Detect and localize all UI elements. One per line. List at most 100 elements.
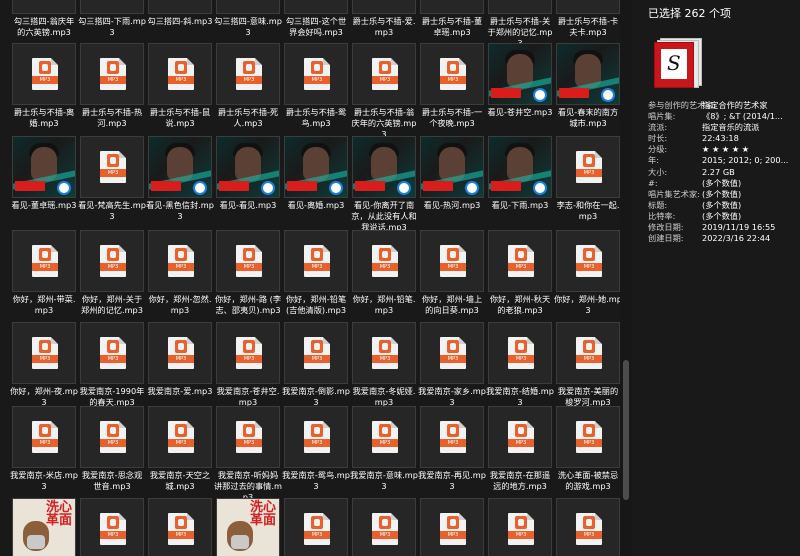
property-key: 年: <box>648 155 659 166</box>
file-thumbnail: MP3 <box>556 322 620 384</box>
property-key: 时长: <box>648 133 668 144</box>
file-thumbnail: MP3 <box>352 406 416 468</box>
mp3-file-icon: MP3 <box>304 58 330 90</box>
file-name: 我爱南京-天空之城.mp3 <box>149 470 211 491</box>
property-row: 标题: (多个数值) <box>648 200 800 211</box>
file-thumbnail: MP3 <box>352 0 416 14</box>
album-art-icon <box>654 42 694 88</box>
property-value: (多个数值) <box>702 188 742 199</box>
mp3-file-icon: MP3 <box>576 421 602 453</box>
file-thumbnail: MP3 <box>80 498 144 556</box>
property-row: 参与创作的艺术家: 指定合作的艺术家 <box>648 100 800 111</box>
album-art-thumbnail <box>488 136 552 198</box>
file-grid[interactable]: MP3勾三搭四-翁庆年的六英镑.mp3MP3勾三搭四-下雨.mp3MP3勾三搭四… <box>0 0 620 556</box>
file-thumbnail: MP3 <box>148 498 212 556</box>
file-name: 你好，郑州-墙上的向日葵.mp3 <box>421 294 483 315</box>
property-value[interactable]: ★ ★ ★ ★ ★ <box>702 144 800 155</box>
file-thumbnail: MP3 <box>488 0 552 14</box>
file-thumbnail: MP3 <box>148 230 212 292</box>
file-name: 看见-董卓瑶.mp3 <box>11 200 77 210</box>
mp3-file-icon: MP3 <box>32 245 58 277</box>
file-name: 勾三搭四-意味.mp3 <box>214 16 282 37</box>
file-thumbnail: MP3 <box>352 322 416 384</box>
property-value: (多个数值) <box>702 210 742 221</box>
property-row: 唱片集: 《8》; &T (2014/1... <box>648 111 800 122</box>
property-value: (多个数值) <box>702 177 742 188</box>
property-row: 修改日期: 2019/11/19 16:55 <box>648 222 800 233</box>
mp3-file-icon: MP3 <box>576 513 602 545</box>
file-name: 爵士乐与不插-鸳鸟.mp3 <box>285 107 347 128</box>
file-thumbnail: MP3 <box>80 43 144 105</box>
file-thumbnail: MP3 <box>420 406 484 468</box>
album-art-image <box>353 137 415 197</box>
property-key: 唱片集艺术家: <box>648 188 700 199</box>
file-name: 看见-下雨.mp3 <box>491 200 549 210</box>
mp3-file-icon: MP3 <box>440 245 466 277</box>
file-thumbnail: MP3 <box>488 230 552 292</box>
file-name: 爵士乐与不插-离婚.mp3 <box>13 107 75 128</box>
property-key: 比特率: <box>648 210 676 221</box>
property-key: 大小: <box>648 166 668 177</box>
file-name: 我爱南京-美丽的梭罗河.mp3 <box>557 386 619 407</box>
file-thumbnail: MP3 <box>12 43 76 105</box>
album-art-thumbnail <box>216 136 280 198</box>
file-thumbnail: MP3 <box>12 322 76 384</box>
file-name: 看见-梵高先生.mp3 <box>78 200 146 221</box>
mp3-file-icon: MP3 <box>440 513 466 545</box>
file-thumbnail: MP3 <box>148 43 212 105</box>
file-thumbnail: MP3 <box>80 136 144 198</box>
file-thumbnail: MP3 <box>80 406 144 468</box>
file-thumbnail: MP3 <box>12 0 76 14</box>
album-art-image <box>421 137 483 197</box>
property-key: 修改日期: <box>648 222 684 233</box>
property-row: 比特率: (多个数值) <box>648 211 800 222</box>
mp3-file-icon: MP3 <box>304 421 330 453</box>
mp3-file-icon: MP3 <box>100 513 126 545</box>
mp3-file-icon: MP3 <box>576 245 602 277</box>
mp3-file-icon: MP3 <box>440 421 466 453</box>
mp3-file-icon: MP3 <box>100 151 126 183</box>
mp3-file-icon: MP3 <box>372 421 398 453</box>
file-name: 我爱南京-结婚.mp3 <box>486 386 554 407</box>
album-art-thumbnail <box>148 136 212 198</box>
property-value: 2019/11/19 16:55 <box>702 222 776 233</box>
mp3-file-icon: MP3 <box>236 421 262 453</box>
file-name: 我爱南京-苍井空.mp3 <box>216 386 280 407</box>
album-art-image <box>489 44 551 104</box>
property-key: 唱片集: <box>648 111 676 122</box>
file-name: 你好，郑州-路 (李志、邵夷贝).mp3 <box>214 294 282 315</box>
vertical-scrollbar[interactable] <box>620 0 632 556</box>
file-name: 你好，郑州-带菜.mp3 <box>12 294 76 315</box>
mp3-file-icon: MP3 <box>168 245 194 277</box>
file-name: 看见-你离开了南京，从此没有人和我说话.mp3 <box>351 200 417 232</box>
mp3-file-icon: MP3 <box>508 421 534 453</box>
file-thumbnail: MP3 <box>556 498 620 556</box>
mp3-file-icon: MP3 <box>372 337 398 369</box>
file-thumbnail: MP3 <box>216 230 280 292</box>
file-thumbnail: MP3 <box>420 43 484 105</box>
property-value: 《8》; &T (2014/1... <box>702 111 783 122</box>
mp3-file-icon: MP3 <box>304 337 330 369</box>
file-name: 爵士乐与不插-鼠说.mp3 <box>149 107 211 128</box>
file-thumbnail: MP3 <box>12 230 76 292</box>
mp3-file-icon: MP3 <box>32 421 58 453</box>
album-cover-image: 洗心 革面 <box>13 499 75 556</box>
album-art-thumbnail <box>12 136 76 198</box>
mp3-file-icon: MP3 <box>32 58 58 90</box>
album-art-image <box>557 44 619 104</box>
mp3-file-icon: MP3 <box>100 337 126 369</box>
file-name: 看见-热河.mp3 <box>423 200 481 210</box>
file-name: 你好，郑州-铅笔(吉他清版).mp3 <box>285 294 347 315</box>
file-name: 我爱南京-米店.mp3 <box>10 470 78 491</box>
file-thumbnail: MP3 <box>352 43 416 105</box>
file-thumbnail: MP3 <box>148 322 212 384</box>
scrollbar-thumb[interactable] <box>623 360 629 500</box>
property-key: 创建日期: <box>648 233 684 244</box>
selection-count: 已选择 262 个项 <box>648 7 731 20</box>
file-thumbnail: MP3 <box>148 406 212 468</box>
album-art-thumbnail <box>488 43 552 105</box>
file-name: 爵士乐与不插-热河.mp3 <box>81 107 143 128</box>
file-name: 你好，郑州-她.mp3 <box>554 294 620 315</box>
file-name: 你好，郑州-关于郑州的记忆.mp3 <box>81 294 143 315</box>
mp3-file-icon: MP3 <box>236 245 262 277</box>
